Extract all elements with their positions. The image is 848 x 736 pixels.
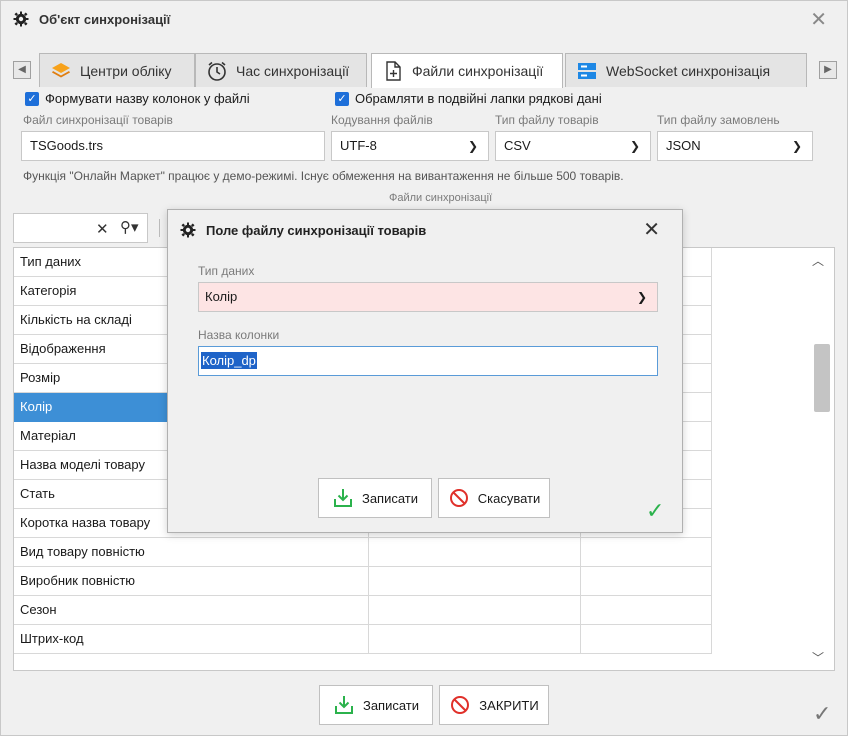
close-button[interactable]: ЗАКРИТИ [439,685,549,725]
search-icon[interactable]: ⚲▾ [120,218,139,236]
chevron-down-icon: ❯ [629,139,640,153]
goods-file-type-select[interactable]: CSV ❯ [495,131,651,161]
quote-strings-checkbox[interactable]: ✓ Обрамляти в подвійні лапки рядкові дан… [335,91,602,106]
checkbox-label: Формувати назву колонок у файлі [45,91,250,106]
checkmark-icon: ✓ [646,498,665,523]
tab-bar: ◀ Центри обліку Час синхронізації Файли … [13,53,839,88]
table-row[interactable]: Сезон [14,596,712,625]
chevron-down-icon: ❯ [791,139,802,153]
section-label: Файли синхронізації [389,192,493,204]
chevron-down-icon: ❯ [636,290,647,304]
search-input[interactable]: ✕ ⚲▾ [13,213,148,243]
close-icon[interactable]: ✕ [810,9,827,29]
scrollbar-thumb[interactable] [814,344,830,412]
chevron-down-icon: ❯ [467,139,478,153]
cancel-icon [449,489,468,507]
table-cell: Сезон [14,596,369,625]
tab-websocket-sync[interactable]: WebSocket синхронізація [565,53,807,87]
scroll-up-icon[interactable]: ︿ [812,252,824,269]
cancel-icon [451,696,470,714]
dialog-cancel-label: Скасувати [477,490,541,506]
sync-file-value: TSGoods.trs [30,138,103,153]
tab-label: Час синхронізації [236,62,350,79]
dialog-save-label: Записати [361,490,419,506]
encoding-value: UTF-8 [340,138,377,153]
close-icon[interactable]: ✕ [643,219,660,239]
sync-object-window: Об'єкт синхронізації ✕ ◀ Центри обліку Ч… [0,0,848,736]
checkmark-icon: ✓ [813,701,832,726]
dialog-cancel-button[interactable]: Скасувати [438,478,550,518]
data-type-label: Тип даних [198,264,255,278]
clear-icon[interactable]: ✕ [96,220,109,238]
column-name-value: Колір_dp [201,352,257,369]
table-row[interactable]: Виробник повністю [14,567,712,596]
close-button-label: ЗАКРИТИ [479,697,539,713]
encoding-select[interactable]: UTF-8 ❯ [331,131,489,161]
gear-icon [13,11,29,27]
gear-icon [180,222,196,238]
layers-icon [52,62,70,77]
table-row[interactable]: Вид товару повністю [14,538,712,567]
goods-file-type-value: CSV [504,138,531,153]
checkbox-label: Обрамляти в подвійні лапки рядкові дані [355,91,602,106]
download-icon [334,696,353,714]
table-row[interactable]: Штрих-код [14,625,712,654]
table-cell: Виробник повністю [14,567,369,596]
tab-accounting-centers[interactable]: Центри обліку [39,53,195,87]
column-name-input[interactable]: Колір_dp [198,346,658,376]
sync-file-input[interactable]: TSGoods.trs [21,131,325,161]
orders-file-type-value: JSON [666,138,701,153]
orders-file-type-select[interactable]: JSON ❯ [657,131,813,161]
file-add-icon [386,61,401,81]
tab-label: Файли синхронізації [412,63,544,79]
table-cell: Штрих-код [14,625,369,654]
window-title: Об'єкт синхронізації [39,12,171,27]
checkbox-checked-icon: ✓ [25,91,39,106]
tab-label: Центри обліку [80,62,172,79]
scroll-down-icon[interactable]: ﹀ [812,649,824,666]
sync-file-label: Файл синхронізації товарів [23,113,173,127]
server-icon [578,62,596,79]
save-button[interactable]: Записати [319,685,433,725]
data-type-value: Колір [205,289,238,304]
tab-scroll-right-icon[interactable]: ▶ [819,61,837,79]
toolbar-divider [159,219,160,237]
dialog-save-button[interactable]: Записати [318,478,432,518]
tab-sync-time[interactable]: Час синхронізації [195,53,367,87]
title-bar: Об'єкт синхронізації ✕ [1,1,847,39]
encoding-label: Кодування файлів [331,113,433,127]
download-icon [333,489,352,507]
generate-column-names-checkbox[interactable]: ✓ Формувати назву колонок у файлі [25,91,250,106]
tab-scroll-left-icon[interactable]: ◀ [13,61,31,79]
demo-mode-notice: Функція "Онлайн Маркет" працює у демо-ре… [23,169,624,183]
data-type-select[interactable]: Колір ❯ [198,282,658,312]
table-cell: Вид товару повністю [14,538,369,567]
tab-sync-files[interactable]: Файли синхронізації [371,53,563,88]
field-dialog: Поле файлу синхронізації товарів ✕ Тип д… [167,209,683,533]
dialog-title: Поле файлу синхронізації товарів [206,223,427,238]
orders-file-type-label: Тип файлу замовлень [657,113,780,127]
tab-label: WebSocket синхронізація [606,62,771,79]
alarm-clock-icon [208,61,226,81]
checkbox-checked-icon: ✓ [335,91,349,106]
dialog-title-bar: Поле файлу синхронізації товарів ✕ [168,210,682,250]
goods-file-type-label: Тип файлу товарів [495,113,599,127]
column-name-label: Назва колонки [198,328,280,342]
save-button-label: Записати [362,697,420,713]
